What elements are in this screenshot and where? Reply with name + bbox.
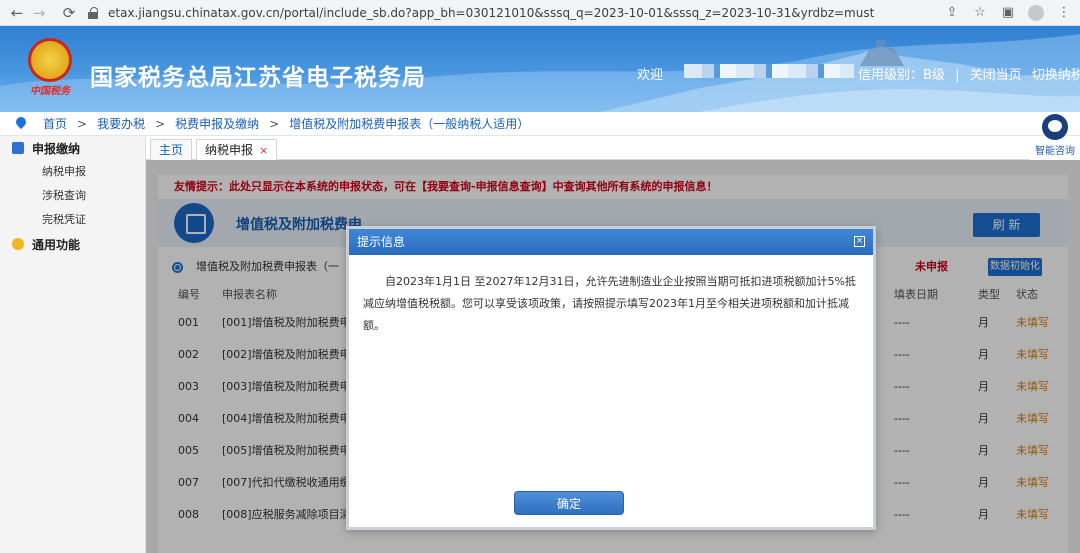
site-header: 中国税务 国家税务总局江苏省电子税务局 欢迎 信用级别：B级 | 关闭当页 切换… bbox=[0, 26, 1080, 112]
breadcrumb-declare[interactable]: 税费申报及缴纳 bbox=[175, 115, 259, 132]
notice-dialog: 提示信息 × 自2023年1月1日 至2027年12月31日，允许先进制造业企业… bbox=[346, 226, 876, 530]
tab-close-icon[interactable]: × bbox=[259, 144, 268, 157]
breadcrumb-tax[interactable]: 我要办税 bbox=[97, 115, 145, 132]
location-pin-icon bbox=[15, 117, 27, 131]
dialog-title: 提示信息 bbox=[357, 235, 406, 249]
masked-username bbox=[684, 64, 854, 78]
dialog-message: 自2023年1月1日 至2027年12月31日，允许先进制造业企业按照当期可抵扣… bbox=[363, 275, 856, 332]
star-icon[interactable]: ☆ bbox=[972, 5, 988, 21]
confirm-button[interactable]: 确定 bbox=[514, 491, 624, 515]
profile-icon[interactable] bbox=[1028, 5, 1044, 21]
declare-icon bbox=[12, 142, 24, 154]
sidebar-item-tax-certificate[interactable]: 完税凭证 bbox=[0, 208, 145, 232]
lock-icon bbox=[88, 7, 98, 19]
back-icon[interactable]: ← bbox=[6, 0, 28, 26]
menu-icon[interactable]: ⋮ bbox=[1056, 5, 1072, 21]
credit-level: 信用级别：B级 bbox=[858, 68, 945, 83]
tab-bar: 主页 纳税申报 × bbox=[146, 136, 1030, 160]
smart-consult-button[interactable]: 智能咨询 bbox=[1030, 112, 1080, 160]
breadcrumb: 首页 > 我要办税 > 税费申报及缴纳 > 增值税及附加税费申报表（一般纳税人适… bbox=[0, 112, 1080, 136]
chat-icon bbox=[12, 238, 24, 250]
switch-taxpayer-link[interactable]: 切换纳税人 bbox=[1032, 68, 1080, 83]
smart-consult-label: 智能咨询 bbox=[1035, 146, 1075, 157]
share-icon[interactable]: ⇪ bbox=[944, 5, 960, 21]
headset-icon bbox=[1042, 114, 1068, 140]
forward-icon[interactable]: → bbox=[28, 0, 50, 26]
tax-emblem-logo: 中国税务 bbox=[22, 36, 78, 106]
dialog-header: 提示信息 × bbox=[349, 229, 873, 255]
url-text: etax.jiangsu.chinatax.gov.cn/portal/incl… bbox=[108, 6, 875, 20]
sidebar-group-common[interactable]: 通用功能 bbox=[0, 232, 145, 256]
close-page-link[interactable]: 关闭当页 bbox=[970, 68, 1022, 83]
close-icon[interactable]: × bbox=[854, 236, 865, 247]
address-bar[interactable]: etax.jiangsu.chinatax.gov.cn/portal/incl… bbox=[88, 3, 1008, 23]
sidebar-item-tax-query[interactable]: 涉税查询 bbox=[0, 184, 145, 208]
tab-tax-declare[interactable]: 纳税申报 × bbox=[196, 139, 278, 160]
sidebar-group-declare[interactable]: 申报缴纳 bbox=[0, 136, 145, 160]
header-divider: | bbox=[955, 68, 960, 83]
welcome-text: 欢迎 bbox=[637, 68, 664, 83]
browser-toolbar: ← → ⟳ etax.jiangsu.chinatax.gov.cn/porta… bbox=[0, 0, 1080, 26]
breadcrumb-current[interactable]: 增值税及附加税费申报表（一般纳税人适用） bbox=[289, 115, 529, 132]
breadcrumb-home[interactable]: 首页 bbox=[43, 115, 67, 132]
tab-home[interactable]: 主页 bbox=[150, 139, 193, 160]
sidebar: 申报缴纳 纳税申报 涉税查询 完税凭证 通用功能 bbox=[0, 136, 146, 553]
sidebar-item-tax-declare[interactable]: 纳税申报 bbox=[0, 160, 145, 184]
sidepanel-icon[interactable]: ▣ bbox=[1000, 5, 1016, 21]
site-title: 国家税务总局江苏省电子税务局 bbox=[90, 65, 426, 91]
reload-icon[interactable]: ⟳ bbox=[58, 0, 80, 26]
